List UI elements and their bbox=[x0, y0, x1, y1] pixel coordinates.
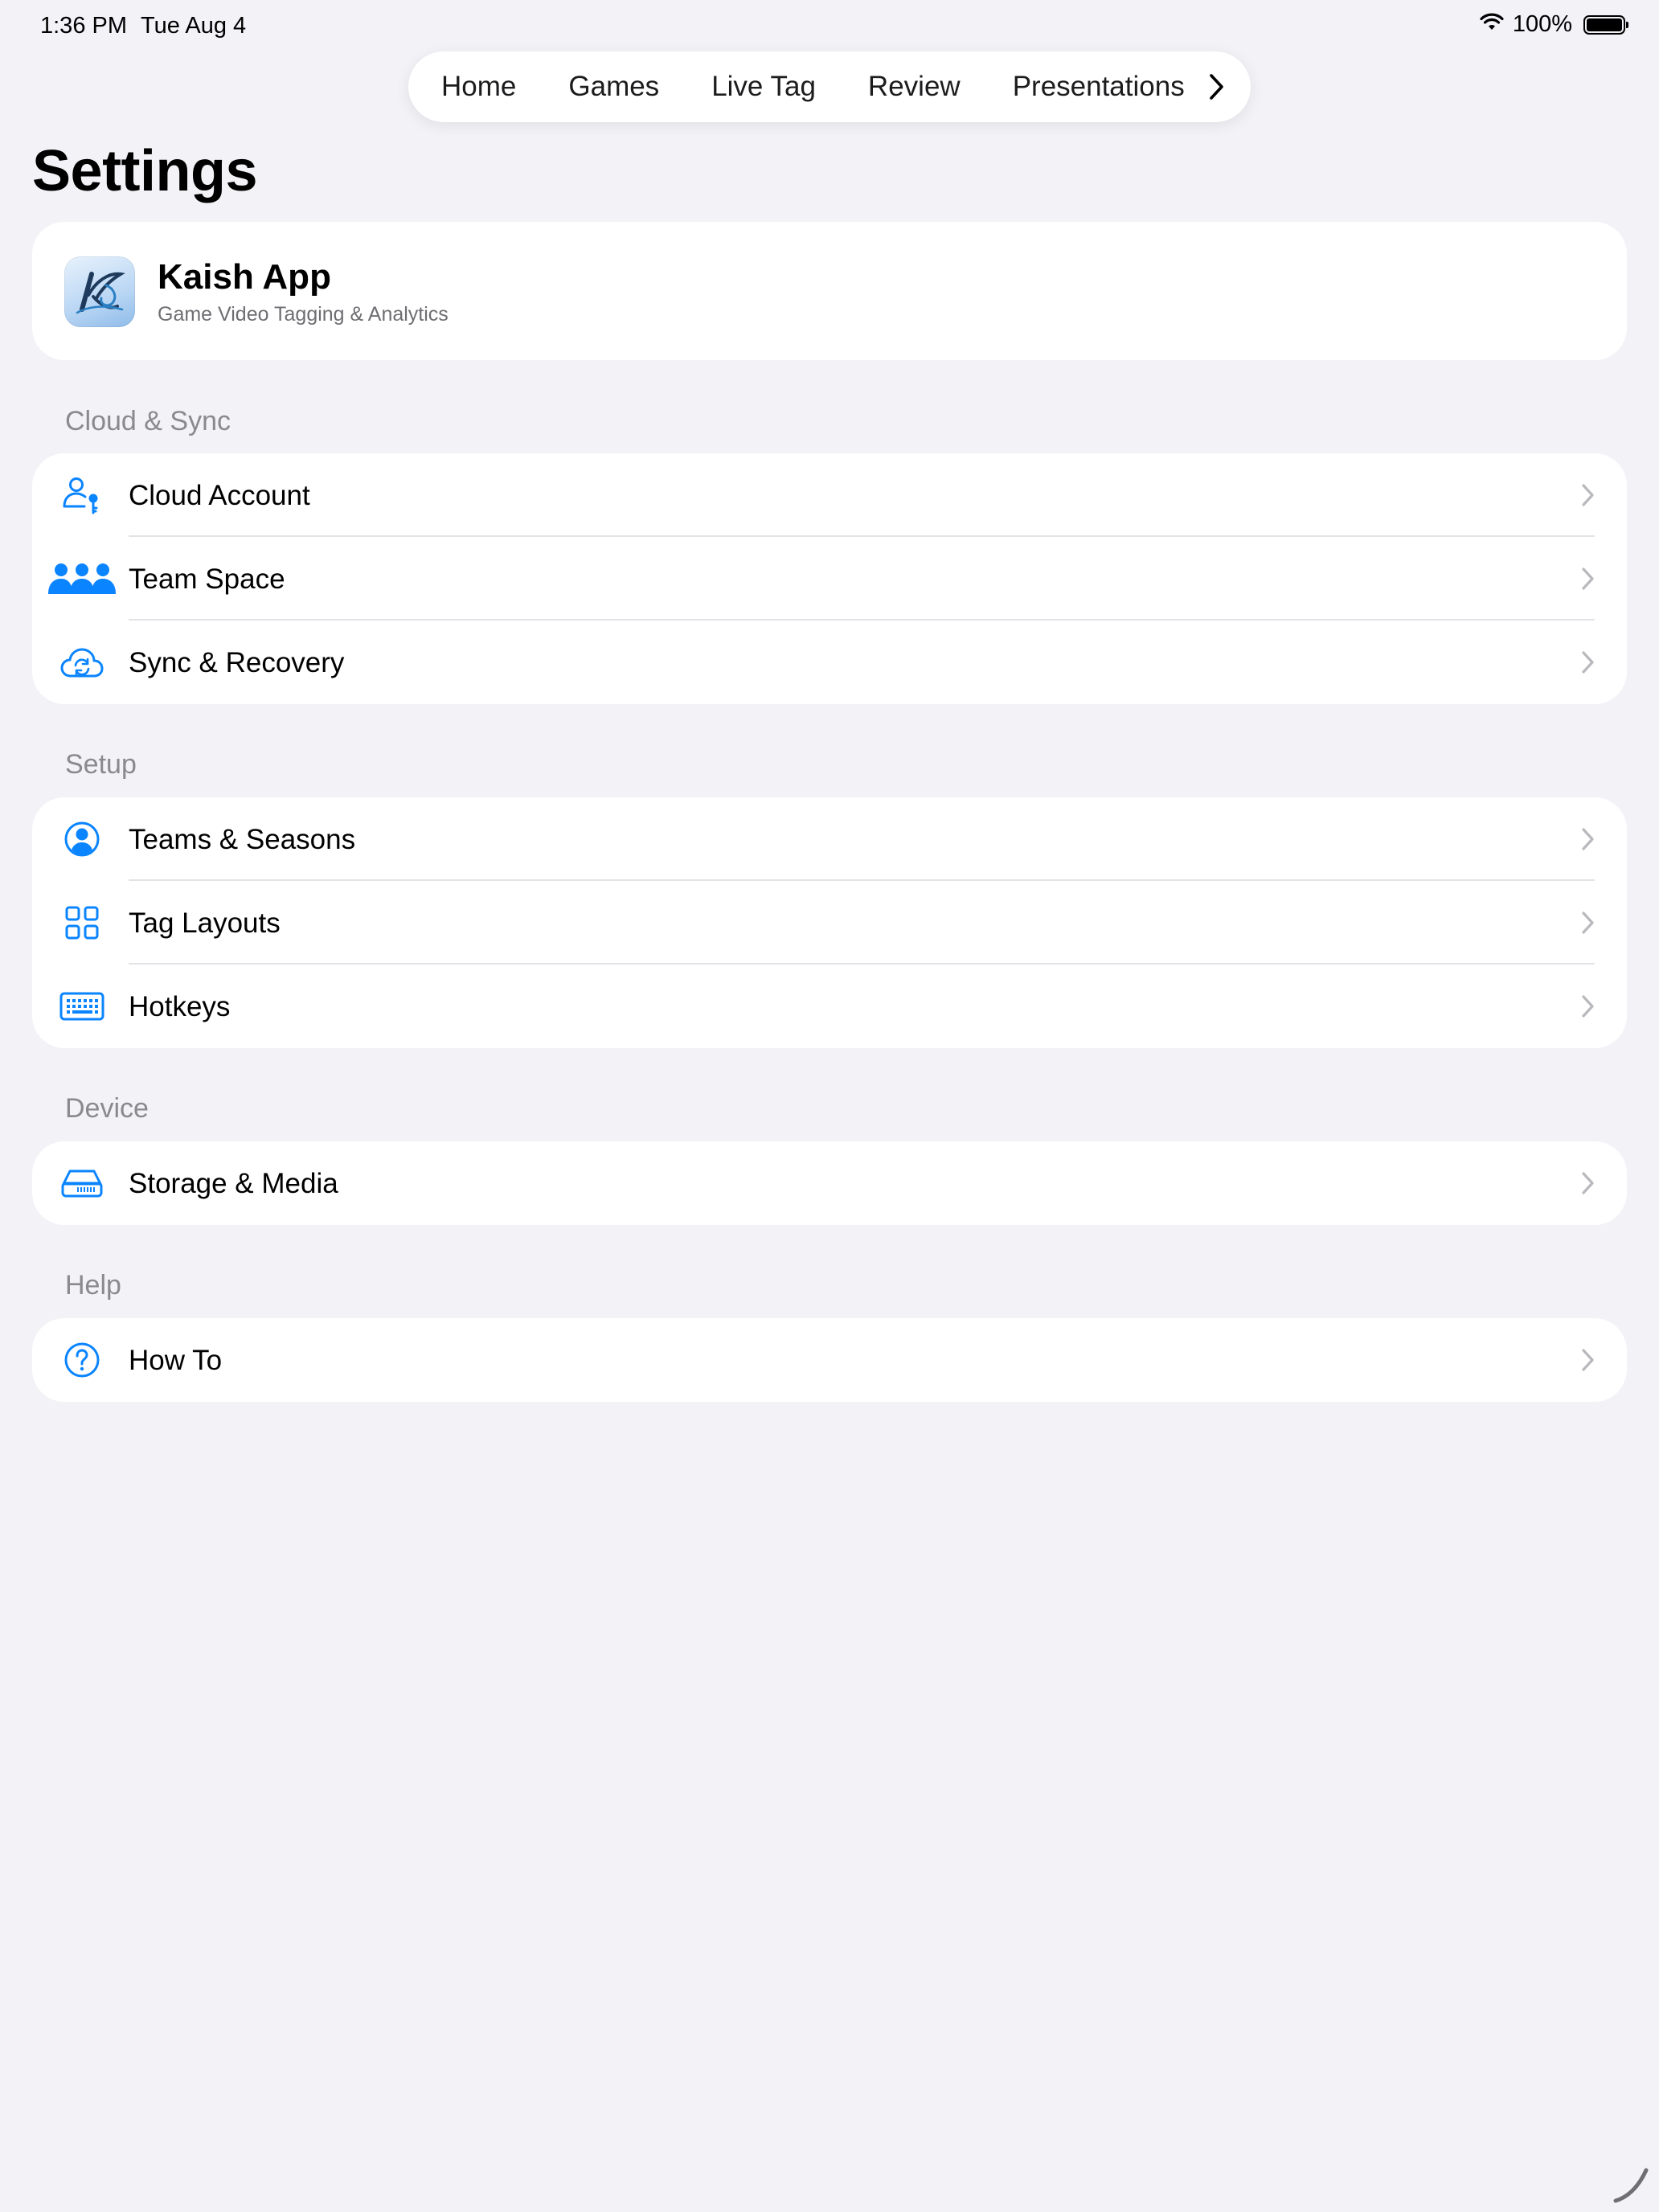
person-circle-icon bbox=[48, 815, 116, 863]
tab-review[interactable]: Review bbox=[868, 71, 961, 103]
help-group: How To bbox=[32, 1318, 1627, 1402]
settings-row-teams-seasons[interactable]: Teams & Seasons bbox=[32, 797, 1627, 881]
chevron-right-icon bbox=[1580, 994, 1596, 1018]
home-indicator[interactable] bbox=[1611, 2164, 1653, 2206]
people-icon bbox=[48, 555, 116, 603]
page-title: Settings bbox=[32, 139, 258, 203]
settings-row-sync-recovery[interactable]: Sync & Recovery bbox=[32, 621, 1627, 704]
question-circle-icon bbox=[48, 1336, 116, 1384]
wifi-icon bbox=[1479, 11, 1505, 38]
chevron-right-icon bbox=[1580, 567, 1596, 591]
settings-row-label: Tag Layouts bbox=[129, 907, 281, 939]
app-subtitle: Game Video Tagging & Analytics bbox=[158, 303, 449, 326]
settings-row-label: Storage & Media bbox=[129, 1168, 338, 1199]
cloud-sync-group: Cloud Account Team Space Sync & Recovery bbox=[32, 453, 1627, 704]
section-header-cloud-sync: Cloud & Sync bbox=[65, 406, 231, 436]
settings-row-label: Hotkeys bbox=[129, 991, 231, 1022]
chevron-right-icon bbox=[1580, 1171, 1596, 1195]
status-indicators: 100% bbox=[1479, 11, 1628, 38]
chevron-right-icon bbox=[1580, 827, 1596, 851]
tab-presentations[interactable]: Presentations bbox=[1013, 71, 1185, 103]
status-date: Tue Aug 4 bbox=[141, 13, 247, 39]
chevron-right-icon bbox=[1580, 650, 1596, 674]
setup-group: Teams & Seasons Tag Layouts Hotkeys bbox=[32, 797, 1627, 1048]
device-group: Storage & Media bbox=[32, 1141, 1627, 1225]
tab-live-tag[interactable]: Live Tag bbox=[711, 71, 816, 103]
chevron-right-icon bbox=[1580, 483, 1596, 507]
keyboard-icon bbox=[48, 982, 116, 1030]
settings-row-storage-media[interactable]: Storage & Media bbox=[32, 1141, 1627, 1225]
settings-row-team-space[interactable]: Team Space bbox=[32, 537, 1627, 621]
tab-games[interactable]: Games bbox=[568, 71, 659, 103]
settings-row-label: How To bbox=[129, 1345, 223, 1376]
settings-row-label: Cloud Account bbox=[129, 480, 310, 511]
section-header-setup: Setup bbox=[65, 749, 137, 780]
settings-row-label: Teams & Seasons bbox=[129, 824, 356, 855]
grid-icon bbox=[48, 899, 116, 947]
settings-row-label: Team Space bbox=[129, 563, 285, 595]
status-bar: 1:36 PM Tue Aug 4 100% bbox=[0, 0, 1659, 51]
chevron-right-icon bbox=[1580, 911, 1596, 935]
top-tab-bar: Home Games Live Tag Review Presentations bbox=[408, 51, 1251, 122]
battery-icon bbox=[1583, 14, 1628, 35]
chevron-right-icon bbox=[1580, 1348, 1596, 1372]
person-key-icon bbox=[48, 471, 116, 519]
drive-icon bbox=[48, 1159, 116, 1207]
settings-row-label: Sync & Recovery bbox=[129, 647, 345, 678]
tab-home[interactable]: Home bbox=[441, 71, 516, 103]
chevron-right-icon[interactable] bbox=[1199, 69, 1235, 104]
cloud-sync-icon bbox=[48, 638, 116, 686]
settings-row-how-to[interactable]: How To bbox=[32, 1318, 1627, 1402]
app-name: Kaish App bbox=[158, 257, 331, 297]
settings-row-cloud-account[interactable]: Cloud Account bbox=[32, 453, 1627, 537]
section-header-device: Device bbox=[65, 1093, 149, 1124]
app-info-card: Kaish App Game Video Tagging & Analytics bbox=[32, 222, 1627, 360]
app-logo-icon bbox=[64, 256, 135, 327]
battery-percent: 100% bbox=[1512, 11, 1572, 37]
settings-row-tag-layouts[interactable]: Tag Layouts bbox=[32, 881, 1627, 965]
section-header-help: Help bbox=[65, 1270, 121, 1301]
settings-row-hotkeys[interactable]: Hotkeys bbox=[32, 965, 1627, 1048]
status-time: 1:36 PM bbox=[40, 13, 127, 39]
